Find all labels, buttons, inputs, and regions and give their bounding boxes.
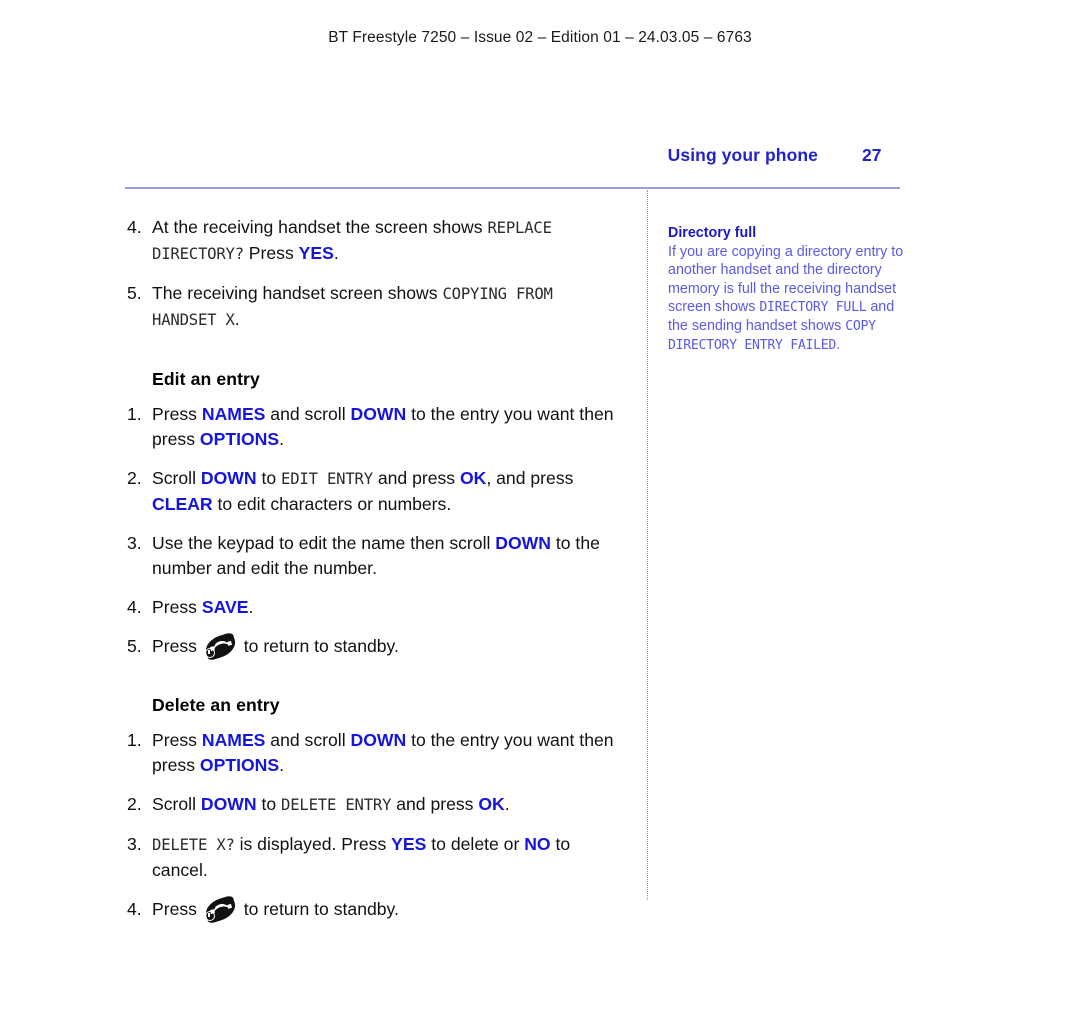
body-text: is displayed. Press xyxy=(234,834,392,854)
key-label: SAVE xyxy=(201,597,249,617)
lcd-display-text: EDIT ENTRY xyxy=(281,470,373,488)
list-item: 2. Scroll DOWN to DELETE ENTRY and press … xyxy=(127,792,617,818)
body-text: Scroll xyxy=(152,794,201,814)
list-item-text: Press NAMES and scroll DOWN to the entry… xyxy=(152,402,617,452)
list-item-text: Press to return to standby. xyxy=(152,631,617,662)
hangup-standby-icon xyxy=(202,631,239,662)
body-text: . xyxy=(279,429,284,449)
key-label: YES xyxy=(298,243,334,263)
key-label: OPTIONS xyxy=(199,429,280,449)
list-item: 3. DELETE X? is displayed. Press YES to d… xyxy=(127,832,617,883)
list-item-text: Scroll DOWN to DELETE ENTRY and press OK… xyxy=(152,792,617,818)
body-text: to xyxy=(256,794,282,814)
key-label: NO xyxy=(524,834,551,854)
body-text: to edit characters or numbers. xyxy=(212,494,452,514)
key-label: DOWN xyxy=(495,533,551,553)
key-label: DOWN xyxy=(200,468,257,488)
list-item-number: 3. xyxy=(127,834,142,854)
list-item-text: At the receiving handset the screen show… xyxy=(152,215,617,267)
list-item: 4. Press to return to standby. xyxy=(127,894,617,925)
list-item-text: Scroll DOWN to EDIT ENTRY and press OK, … xyxy=(152,466,617,517)
list-item: 1. Press NAMES and scroll DOWN to the ent… xyxy=(127,402,617,452)
key-label: NAMES xyxy=(201,404,266,424)
list-item-text: DELETE X? is displayed. Press YES to del… xyxy=(152,832,617,883)
body-text: Use the keypad to edit the name then scr… xyxy=(152,533,496,553)
page-header: Using your phone 27 xyxy=(125,145,900,166)
lcd-display-text: DIRECTORY FULL xyxy=(759,299,867,315)
body-text: Press xyxy=(152,636,202,656)
body-text: and press xyxy=(391,794,479,814)
hangup-icon-power xyxy=(204,911,215,921)
key-label: DOWN xyxy=(200,794,257,814)
key-label: CLEAR xyxy=(152,494,213,514)
body-text: . xyxy=(504,794,510,814)
list-item-number: 4. xyxy=(127,899,142,919)
list-item: 5. The receiving handset screen shows COP… xyxy=(127,281,617,333)
body-text: Press xyxy=(152,404,202,424)
body-text: to xyxy=(256,468,282,488)
key-label: DOWN xyxy=(350,730,407,750)
column-divider xyxy=(647,190,648,900)
list-item-text: The receiving handset screen shows COPYI… xyxy=(152,281,617,333)
body-text: Press xyxy=(243,243,299,263)
hangup-standby-icon xyxy=(202,894,239,925)
list-item: 5. Press to return to standby. xyxy=(127,631,617,662)
list-item: 4. Press SAVE. xyxy=(127,595,617,620)
body-text: to delete or xyxy=(426,834,525,854)
list-item: 1. Press NAMES and scroll DOWN to the ent… xyxy=(127,728,617,778)
page-number: 27 xyxy=(862,145,882,165)
body-text: , and press xyxy=(486,468,574,488)
list-item-number: 1. xyxy=(127,404,142,424)
lcd-display-text: DELETE X? xyxy=(152,836,235,854)
body-text: . xyxy=(234,309,240,329)
side-note-body: If you are copying a directory entry to … xyxy=(668,243,908,355)
list-item-number: 2. xyxy=(127,794,142,814)
side-note-title: Directory full xyxy=(668,225,757,241)
list-item-number: 4. xyxy=(127,217,142,237)
body-text: Press xyxy=(152,730,202,750)
body-text: . xyxy=(333,243,339,263)
body-text: and scroll xyxy=(265,730,351,750)
list-item-number: 5. xyxy=(127,283,142,303)
body-text: . xyxy=(248,597,254,617)
key-label: DOWN xyxy=(350,404,407,424)
list-item-text: Press NAMES and scroll DOWN to the entry… xyxy=(152,728,617,778)
body-text: . xyxy=(836,337,841,354)
hangup-icon-power xyxy=(204,648,215,658)
list-item: 4. At the receiving handset the screen sh… xyxy=(127,215,617,267)
list-item-number: 2. xyxy=(127,468,142,488)
running-head: BT Freestyle 7250 – Issue 02 – Edition 0… xyxy=(328,29,752,46)
body-text: . xyxy=(279,755,284,775)
body-text: Press xyxy=(152,597,202,617)
list-item-number: 4. xyxy=(127,597,142,617)
section-heading: Delete an entry xyxy=(152,695,280,715)
key-label: YES xyxy=(391,834,427,854)
body-text: to return to standby. xyxy=(238,899,399,919)
list-item-text: Use the keypad to edit the name then scr… xyxy=(152,531,617,581)
list-item-text: Press SAVE. xyxy=(152,595,617,620)
header-rule xyxy=(125,187,900,189)
body-text: and scroll xyxy=(265,404,351,424)
body-text: Scroll xyxy=(152,468,201,488)
body-text: Press xyxy=(152,899,202,919)
page-title: Using your phone xyxy=(667,145,818,165)
lcd-display-text: DELETE ENTRY xyxy=(281,796,392,814)
list-item-number: 1. xyxy=(127,730,142,750)
body-text: to return to standby. xyxy=(238,636,399,656)
key-label: NAMES xyxy=(201,730,266,750)
body-text: and press xyxy=(372,468,460,488)
body-text: At the receiving handset the screen show… xyxy=(152,217,488,237)
key-label: OK xyxy=(478,794,505,814)
list-item-number: 5. xyxy=(127,636,142,656)
list-item: 2. Scroll DOWN to EDIT ENTRY and press OK… xyxy=(127,466,617,517)
key-label: OK xyxy=(459,468,487,488)
body-text: The receiving handset screen shows xyxy=(152,283,443,303)
list-item: 3. Use the keypad to edit the name then s… xyxy=(127,531,617,581)
section-heading: Edit an entry xyxy=(152,369,260,389)
list-item-text: Press to return to standby. xyxy=(152,894,617,925)
side-note-directory-full: Directory full If you are copying a dire… xyxy=(668,224,908,355)
key-label: OPTIONS xyxy=(199,755,280,775)
main-content-column: 4. At the receiving handset the screen sh… xyxy=(127,215,617,936)
list-item-number: 3. xyxy=(127,533,142,553)
